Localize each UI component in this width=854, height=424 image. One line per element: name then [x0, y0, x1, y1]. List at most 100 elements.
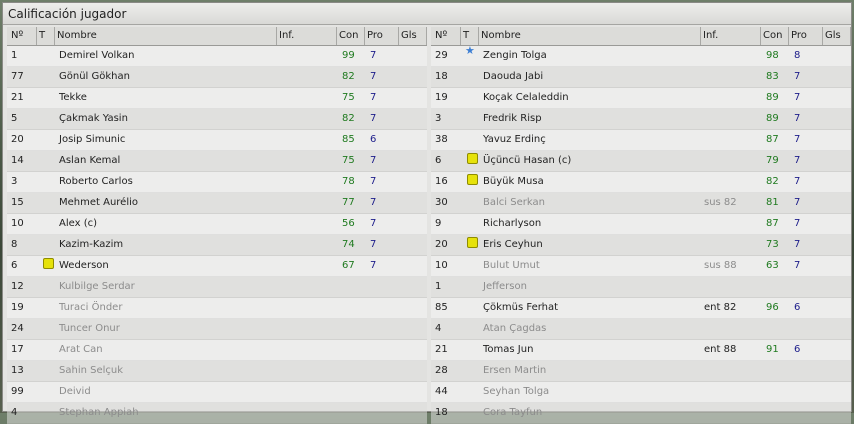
player-condition: 89 — [766, 92, 779, 103]
player-name: Gönül Gökhan — [59, 71, 130, 82]
table-row[interactable]: 19 Koçak Celaleddin 89 7 — [431, 88, 851, 109]
player-name: Arat Can — [59, 344, 103, 355]
player-status — [461, 193, 479, 213]
table-row[interactable]: 6 Üçüncü Hasan (c) 79 7 — [431, 151, 851, 172]
player-number: 3 — [435, 113, 442, 124]
player-name: Eris Ceyhun — [483, 239, 543, 250]
player-name: Aslan Kemal — [59, 155, 121, 166]
player-status — [461, 319, 479, 339]
table-row[interactable]: 19 Turaci Önder — [7, 298, 427, 319]
table-row[interactable]: 6 Wederson 67 7 — [7, 256, 427, 277]
table-row[interactable]: 10 Alex (c) 56 7 — [7, 214, 427, 235]
player-number: 44 — [435, 386, 448, 397]
table-row[interactable]: 10 Bulut Umut sus 88 63 7 — [431, 256, 851, 277]
table-row[interactable]: 77 Gönül Gökhan 82 7 — [7, 67, 427, 88]
player-name: Roberto Carlos — [59, 176, 133, 187]
player-condition: 74 — [342, 239, 355, 250]
player-condition — [761, 319, 789, 339]
table-row[interactable]: 14 Aslan Kemal 75 7 — [7, 151, 427, 172]
table-row[interactable]: 13 Sahin Selçuk — [7, 361, 427, 382]
table-row[interactable]: 85 Çökmüs Ferhat ent 82 96 6 — [431, 298, 851, 319]
player-name: Büyük Musa — [483, 176, 544, 187]
header-name[interactable]: Nombre — [55, 27, 277, 45]
header-number[interactable]: Nº — [9, 27, 37, 45]
player-status — [461, 67, 479, 87]
table-row[interactable]: 21 Tekke 75 7 — [7, 88, 427, 109]
player-name: Çökmüs Ferhat — [483, 302, 559, 313]
table-row[interactable]: 16 Büyük Musa 82 7 — [431, 172, 851, 193]
header-t[interactable]: T — [461, 27, 479, 45]
player-number: 3 — [11, 176, 18, 187]
table-row[interactable]: 99 Deivid — [7, 382, 427, 403]
header-inf[interactable]: Inf. — [277, 27, 337, 45]
table-row[interactable]: 29 ★ Zengin Tolga 98 8 — [431, 46, 851, 67]
table-row[interactable]: 1 Jefferson — [431, 277, 851, 298]
table-row[interactable]: 8 Kazim-Kazim 74 7 — [7, 235, 427, 256]
player-number: 10 — [11, 218, 24, 229]
header-con[interactable]: Con — [761, 27, 789, 45]
player-name: Çakmak Yasin — [59, 113, 128, 124]
player-goals — [823, 403, 851, 423]
player-rating — [789, 361, 823, 381]
player-status — [461, 403, 479, 423]
player-goals — [399, 298, 427, 318]
player-condition — [761, 361, 789, 381]
table-header: Nº T Nombre Inf. Con Pro Gls — [431, 27, 851, 46]
player-goals — [399, 151, 427, 171]
player-condition — [337, 319, 365, 339]
table-row[interactable]: 24 Tuncer Onur — [7, 319, 427, 340]
player-name: Turaci Önder — [59, 302, 123, 313]
player-status — [461, 382, 479, 402]
header-con[interactable]: Con — [337, 27, 365, 45]
player-status — [37, 319, 55, 339]
player-number: 20 — [11, 134, 24, 145]
player-condition: 82 — [342, 113, 355, 124]
table-row[interactable]: 18 Cora Tayfun — [431, 403, 851, 424]
player-goals — [823, 361, 851, 381]
player-status: ★ — [461, 46, 479, 66]
player-condition: 75 — [342, 92, 355, 103]
player-goals — [823, 151, 851, 171]
player-info — [277, 193, 337, 213]
player-status — [37, 130, 55, 150]
table-row[interactable]: 20 Josip Simunic 85 6 — [7, 130, 427, 151]
table-row[interactable]: 9 Richarlyson 87 7 — [431, 214, 851, 235]
header-name[interactable]: Nombre — [479, 27, 701, 45]
table-row[interactable]: 28 Ersen Martin — [431, 361, 851, 382]
table-row[interactable]: 21 Tomas Jun ent 88 91 6 — [431, 340, 851, 361]
player-goals — [399, 193, 427, 213]
player-condition: 87 — [766, 134, 779, 145]
header-pro[interactable]: Pro — [365, 27, 399, 45]
header-inf[interactable]: Inf. — [701, 27, 761, 45]
table-row[interactable]: 15 Mehmet Aurélio 77 7 — [7, 193, 427, 214]
table-row[interactable]: 4 Atan Çagdas — [431, 319, 851, 340]
player-info — [277, 298, 337, 318]
player-status — [461, 298, 479, 318]
header-gls[interactable]: Gls — [823, 27, 851, 45]
player-info: ent 82 — [704, 302, 737, 313]
header-t[interactable]: T — [37, 27, 55, 45]
header-gls[interactable]: Gls — [399, 27, 427, 45]
player-name: Ersen Martin — [483, 365, 547, 376]
table-row[interactable]: 3 Fredrik Risp 89 7 — [431, 109, 851, 130]
player-number: 1 — [11, 50, 18, 61]
table-row[interactable]: 5 Çakmak Yasin 82 7 — [7, 109, 427, 130]
header-pro[interactable]: Pro — [789, 27, 823, 45]
table-row[interactable]: 4 Stephan Appiah — [7, 403, 427, 424]
player-info — [277, 151, 337, 171]
table-row[interactable]: 3 Roberto Carlos 78 7 — [7, 172, 427, 193]
player-name: Richarlyson — [483, 218, 542, 229]
table-row[interactable]: 1 Demirel Volkan 99 7 — [7, 46, 427, 67]
table-row[interactable]: 17 Arat Can — [7, 340, 427, 361]
player-info — [701, 235, 761, 255]
header-number[interactable]: Nº — [433, 27, 461, 45]
player-goals — [399, 172, 427, 192]
table-row[interactable]: 44 Seyhan Tolga — [431, 382, 851, 403]
table-row[interactable]: 18 Daouda Jabi 83 7 — [431, 67, 851, 88]
player-name: Tekke — [59, 92, 87, 103]
table-row[interactable]: 12 Kulbilge Serdar — [7, 277, 427, 298]
table-row[interactable]: 30 Balci Serkan sus 82 81 7 — [431, 193, 851, 214]
table-row[interactable]: 20 Eris Ceyhun 73 7 — [431, 235, 851, 256]
player-info: ent 88 — [704, 344, 737, 355]
table-row[interactable]: 38 Yavuz Erdinç 87 7 — [431, 130, 851, 151]
